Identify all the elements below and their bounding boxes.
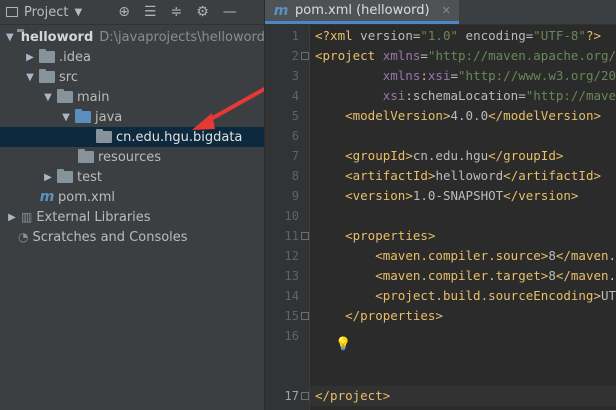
lightbulb-icon[interactable]: 💡	[335, 337, 351, 352]
code-line: <project xmlns="http://maven.apache.org/…	[315, 48, 616, 63]
code-line: <modelVersion>4.0.0</modelVersion>	[345, 108, 602, 123]
code-line: xsi:schemaLocation="http://maven.apache.…	[382, 88, 616, 103]
fold-marker-icon[interactable]	[301, 232, 309, 240]
code-line: <maven.compiler.source>8</maven.compiler…	[375, 248, 616, 263]
close-icon[interactable]: ✕	[442, 4, 451, 17]
line-number: 5	[291, 109, 299, 123]
line-number: 6	[291, 129, 299, 143]
line-number: 4	[291, 89, 299, 103]
line-number: 15	[284, 309, 299, 323]
code-line: <version>1.0-SNAPSHOT</version>	[345, 188, 579, 203]
code-line: </project>	[315, 388, 391, 403]
editor-tabs: m pom.xml (helloword) ✕	[265, 0, 616, 25]
line-number: 9	[291, 189, 299, 203]
line-number: 7	[291, 149, 299, 163]
code-line: <?xml version="1.0" encoding="UTF-8"?>	[315, 28, 602, 43]
line-number: 8	[291, 169, 299, 183]
code-line: <artifactId>helloword</artifactId>	[345, 168, 602, 183]
line-gutter: 1 2 3 4 5 6 7 8 9 10 11 12 13 14 15 16 1…	[265, 25, 310, 410]
code-editor[interactable]: 1 2 3 4 5 6 7 8 9 10 11 12 13 14 15 16 1…	[265, 25, 616, 410]
line-number: 3	[291, 69, 299, 83]
line-number: 14	[284, 289, 299, 303]
code-line: <project.build.sourceEncoding>UTF-8</pro…	[375, 288, 616, 303]
tab-pom-xml[interactable]: m pom.xml (helloword) ✕	[265, 0, 459, 24]
code-line: </properties>	[345, 308, 443, 323]
tab-label: pom.xml (helloword)	[295, 3, 430, 18]
line-number: 10	[284, 209, 299, 223]
code-line: <maven.compiler.target>8</maven.compiler…	[375, 268, 616, 283]
line-number: 17	[284, 389, 299, 403]
fold-marker-icon[interactable]	[301, 52, 309, 60]
fold-marker-icon[interactable]	[301, 392, 309, 400]
code-line: <groupId>cn.edu.hgu</groupId>	[345, 148, 564, 163]
code-line: xmlns:xsi="http://www.w3.org/2001/XMLSch…	[382, 68, 616, 83]
line-number: 11	[284, 229, 299, 243]
annotation-arrow	[192, 86, 264, 130]
project-panel: Project ▼ ⊕ ☰ ≑ ⚙ — ▼ helloword D:\javap…	[0, 0, 265, 410]
line-number: 16	[284, 329, 299, 343]
line-number: 12	[284, 249, 299, 263]
line-number: 2	[291, 49, 299, 63]
line-number: 13	[284, 269, 299, 283]
editor-panel: m pom.xml (helloword) ✕ 1 2 3 4 5 6 7 8 …	[265, 0, 616, 410]
maven-icon: m	[273, 2, 289, 19]
line-number: 1	[291, 29, 299, 43]
fold-marker-icon[interactable]	[301, 312, 309, 320]
code-line: <properties>	[345, 228, 436, 243]
